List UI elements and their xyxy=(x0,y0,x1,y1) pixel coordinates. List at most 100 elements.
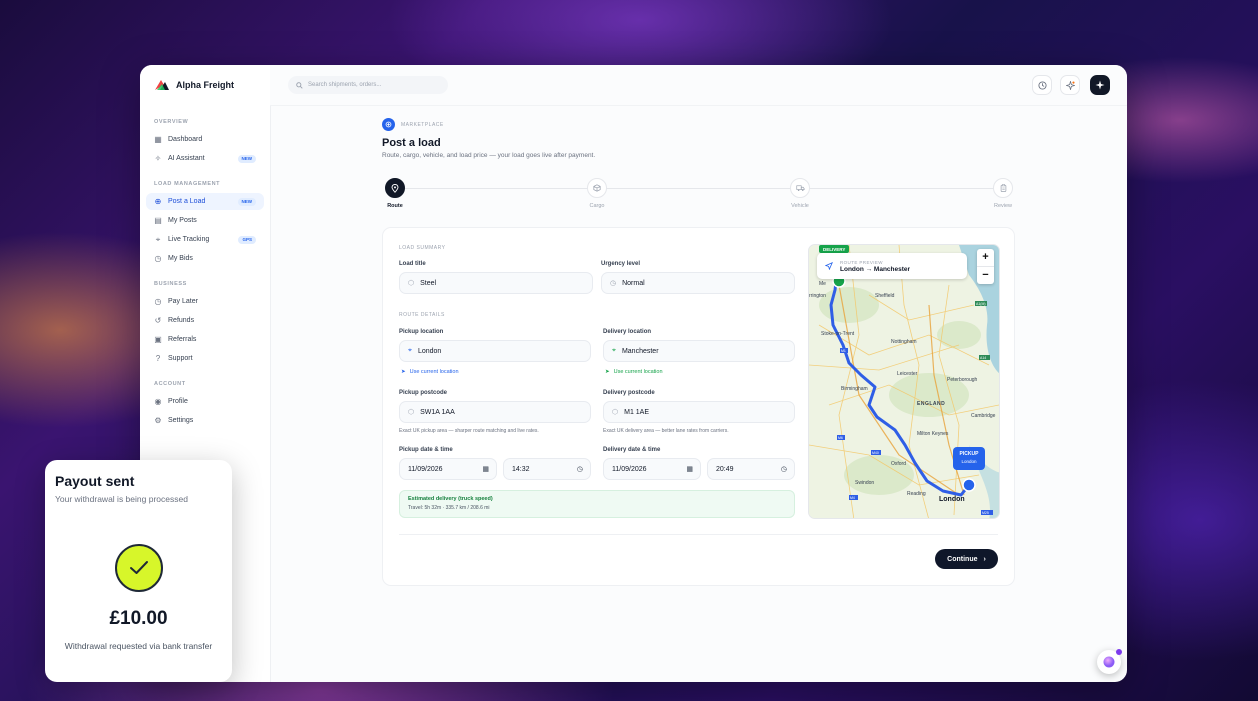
continue-label: Continue xyxy=(947,555,978,563)
delivery-location-label: Delivery location xyxy=(603,329,652,335)
map-place-label: Leicester xyxy=(897,371,918,377)
navigation-arrow-icon: ➤ xyxy=(605,369,610,375)
map-road-label: A14 xyxy=(980,356,986,360)
delivery-datetime-label: Delivery date & time xyxy=(603,447,661,453)
map-place-label: Me xyxy=(819,281,826,287)
sidebar-item-dashboard[interactable]: ▦ Dashboard xyxy=(146,131,264,148)
main-content: MARKETPLACE Post a load Route, cargo, ve… xyxy=(270,105,1127,682)
step-label: Cargo xyxy=(589,203,605,209)
load-title-input[interactable]: ⬡ Steel xyxy=(399,272,593,294)
pickup-date-input[interactable]: 11/09/2026 ▦ xyxy=(399,458,497,480)
sidebar-item-support[interactable]: ? Support xyxy=(146,350,264,367)
pickup-location-input[interactable]: ⌖ London xyxy=(399,340,591,362)
notifications-button[interactable] xyxy=(1060,75,1080,95)
calendar-icon: ▦ xyxy=(482,466,489,473)
location-pin-icon: ⌖ xyxy=(612,347,616,354)
sidebar-item-label: Profile xyxy=(168,398,188,405)
plus-circle-icon: ⊕ xyxy=(154,196,162,206)
step-dot xyxy=(993,178,1013,198)
route-map[interactable]: Sheffield Stoke-on-Trent Nottingham Leic… xyxy=(808,244,1000,519)
load-summary-heading: LOAD SUMMARY xyxy=(399,245,446,251)
new-badge: NEW xyxy=(237,197,256,206)
sidebar-item-post-a-load[interactable]: ⊕ Post a Load NEW xyxy=(146,193,264,210)
stepper: Route Cargo Vehicle Review xyxy=(382,178,1018,218)
map-place-label: Swindon xyxy=(855,480,874,486)
payout-subtitle: Your withdrawal is being processed xyxy=(55,494,188,504)
history-button[interactable] xyxy=(1032,75,1052,95)
breadcrumb: MARKETPLACE xyxy=(382,118,444,131)
grid-icon: ▦ xyxy=(154,134,162,144)
map-place-label: Peterborough xyxy=(947,377,978,383)
payout-note: Withdrawal requested via bank transfer xyxy=(64,641,213,651)
step-vehicle[interactable]: Vehicle xyxy=(780,178,820,209)
sidebar-item-refunds[interactable]: ↺ Refunds xyxy=(146,312,264,329)
delivery-location-input[interactable]: ⌖ Manchester xyxy=(603,340,795,362)
zoom-out-button[interactable]: − xyxy=(977,266,994,284)
pickup-time-value: 14:32 xyxy=(512,465,530,473)
delivery-postcode-input[interactable]: ⬡ M1 1AE xyxy=(603,401,795,423)
delivery-time-input[interactable]: 20:49 ◷ xyxy=(707,458,795,480)
pickup-time-input[interactable]: 14:32 ◷ xyxy=(503,458,591,480)
map-place-label: Cambridge xyxy=(971,413,996,419)
search-input[interactable]: Search shipments, orders... xyxy=(288,76,448,94)
continue-button[interactable]: Continue › xyxy=(935,549,998,569)
delivery-date-input[interactable]: 11/09/2026 ▦ xyxy=(603,458,701,480)
sidebar-item-pay-later[interactable]: ◷ Pay Later xyxy=(146,293,264,310)
sidebar-item-my-posts[interactable]: ▤ My Posts xyxy=(146,212,264,229)
pickup-use-current-location-link[interactable]: ➤ Use current location xyxy=(401,369,459,375)
sidebar-section-load-management: LOAD MANAGEMENT xyxy=(154,181,221,187)
use-current-location-text: Use current location xyxy=(409,369,459,375)
pickup-date-value: 11/09/2026 xyxy=(408,465,443,473)
map-background: Sheffield Stoke-on-Trent Nottingham Leic… xyxy=(809,245,999,518)
step-dot xyxy=(790,178,810,198)
ai-assistant-button[interactable] xyxy=(1090,75,1110,95)
help-icon: ? xyxy=(155,353,161,363)
refresh-icon: ↺ xyxy=(154,315,162,325)
sidebar-item-live-tracking[interactable]: ⌖ Live Tracking GPS xyxy=(146,231,264,248)
pickup-postcode-input[interactable]: ⬡ SW1A 1AA xyxy=(399,401,591,423)
gear-icon: ⚙ xyxy=(154,415,162,425)
sidebar-item-referrals[interactable]: ▣ Referrals xyxy=(146,331,264,348)
step-cargo[interactable]: Cargo xyxy=(577,178,617,209)
tag-icon: ⬡ xyxy=(612,409,619,416)
sidebar-item-my-bids[interactable]: ◷ My Bids xyxy=(146,250,264,267)
sidebar-item-profile[interactable]: ◉ Profile xyxy=(146,393,264,410)
zoom-in-button[interactable]: + xyxy=(977,249,994,266)
stepper-line xyxy=(404,188,996,189)
urgency-select[interactable]: ◷ Normal xyxy=(601,272,795,294)
navigation-arrow-icon xyxy=(825,262,833,270)
breadcrumb-text: MARKETPLACE xyxy=(401,121,444,128)
pickup-tag-title: PICKUP xyxy=(959,451,979,457)
pickup-postcode-value: SW1A 1AA xyxy=(420,408,455,416)
sidebar-item-settings[interactable]: ⚙ Settings xyxy=(146,412,264,429)
delivery-use-current-location-link[interactable]: ➤ Use current location xyxy=(605,369,663,375)
chat-assistant-button[interactable] xyxy=(1097,649,1122,674)
sidebar-section-account: ACCOUNT xyxy=(154,381,186,387)
brand[interactable]: Alpha Freight xyxy=(154,79,234,91)
navigation-arrow-icon: ➤ xyxy=(401,369,406,375)
pickup-location-value: London xyxy=(417,347,442,355)
tag-icon: ⬡ xyxy=(408,409,415,416)
location-pin-icon: ⌖ xyxy=(408,347,412,354)
new-badge: NEW xyxy=(237,154,256,163)
delivery-map-tag: DELIVERY xyxy=(819,245,850,253)
notification-dot xyxy=(1116,649,1122,655)
clipboard-icon xyxy=(1000,184,1006,192)
sidebar-item-ai-assistant[interactable]: ✧ AI Assistant NEW xyxy=(146,150,264,167)
pickup-postcode-label: Pickup postcode xyxy=(399,390,448,396)
estimated-delivery-box: Estimated delivery (truck speed) Travel:… xyxy=(399,490,795,518)
route-details-heading: ROUTE DETAILS xyxy=(399,312,445,318)
estimate-detail: Travel: 5h 32m · 335.7 km / 208.6 mi xyxy=(408,505,490,511)
step-route[interactable]: Route xyxy=(375,178,415,209)
post-load-card: LOAD SUMMARY Load title ⬡ Steel Urgency … xyxy=(382,227,1015,586)
sparkle-icon: ✧ xyxy=(154,153,162,163)
map-road-label: M6 xyxy=(838,436,843,440)
step-review[interactable]: Review xyxy=(983,178,1023,209)
map-place-label: Stoke-on-Trent xyxy=(821,331,855,337)
route-preview-label: ROUTE PREVIEW xyxy=(840,259,883,265)
card-divider xyxy=(399,534,998,535)
map-road-label: M40 xyxy=(872,451,879,455)
user-icon: ◉ xyxy=(154,396,162,406)
map-place-label: London xyxy=(939,496,965,503)
map-place-label: Oxford xyxy=(891,461,906,467)
